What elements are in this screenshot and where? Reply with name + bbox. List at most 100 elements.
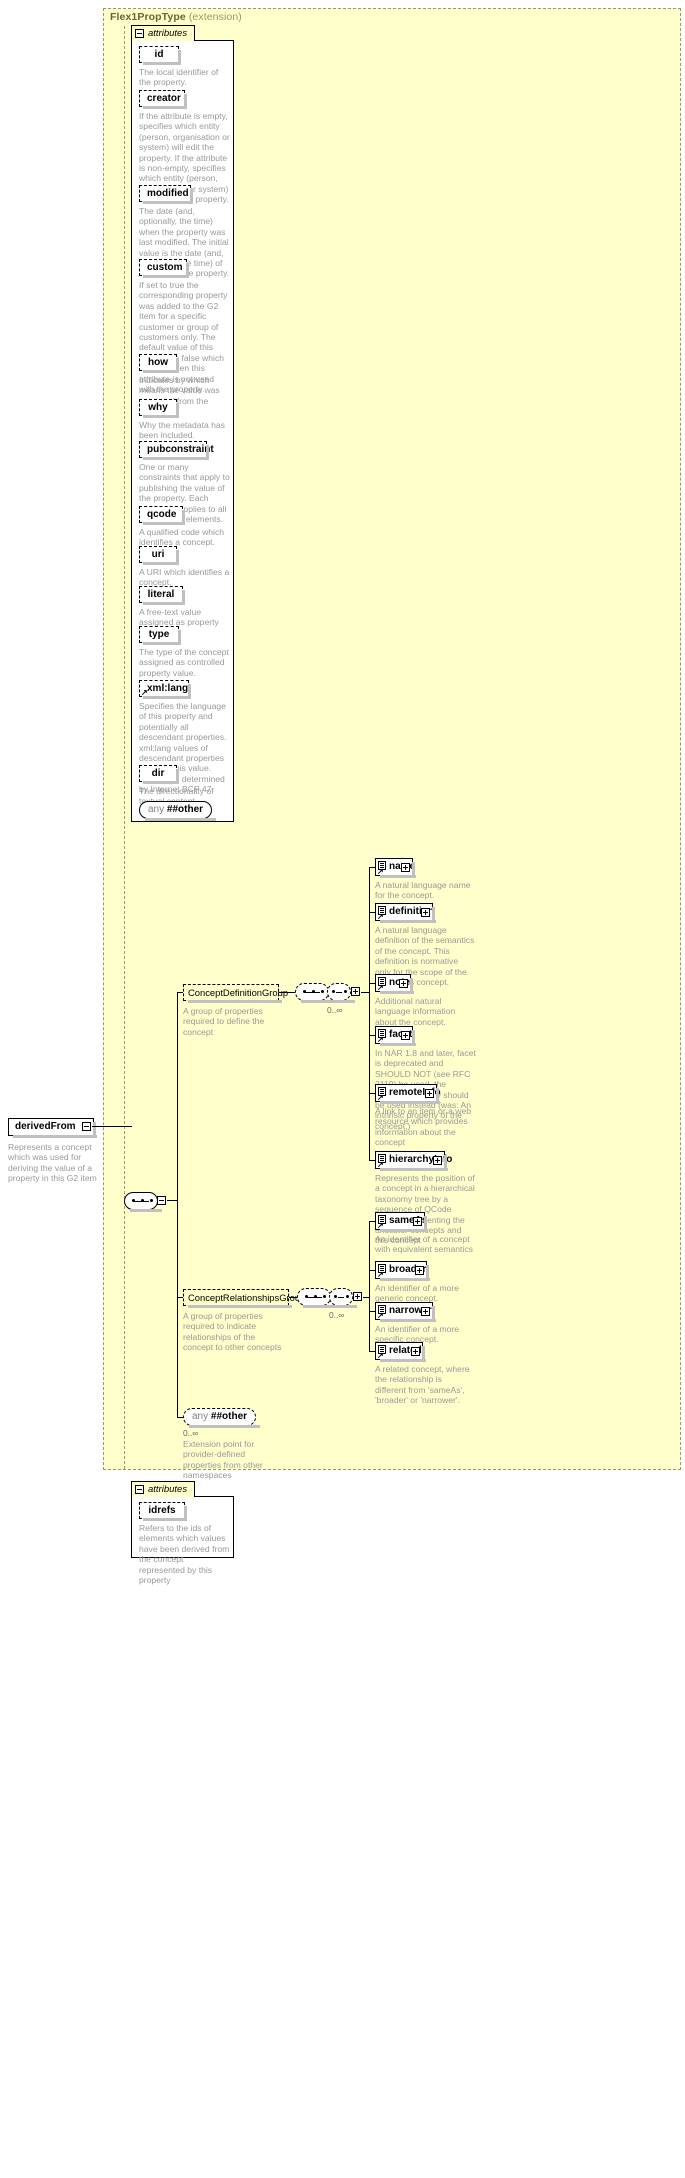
attribute-custom[interactable]: custom <box>139 259 189 278</box>
attribute-how-label: how <box>148 357 168 368</box>
arrow-icon: ↗ <box>377 1093 384 1102</box>
sequence-dot-3 <box>321 990 324 993</box>
attributes-any-other[interactable]: any ##other <box>139 801 217 821</box>
attribute-creator[interactable]: creator <box>139 90 187 109</box>
sequence-dot-2 <box>141 1199 144 1202</box>
sequence-dot-1 <box>303 990 306 993</box>
arrow-icon: ↗ <box>377 1035 384 1044</box>
element-definition-expand-icon[interactable] <box>421 908 430 917</box>
group-ConceptDefinitionGroup[interactable]: ConceptDefinitionGroup <box>183 984 288 1003</box>
connector-cdg-to-seq <box>279 992 295 993</box>
element-related-expand-icon[interactable] <box>411 1347 420 1356</box>
attributes-section-toggle[interactable]: attributes <box>131 25 195 41</box>
connector-spine-main <box>177 992 178 1417</box>
attribute-type[interactable]: type <box>139 626 181 645</box>
element-sameAs-expand-icon[interactable] <box>413 1217 422 1226</box>
attribute-uri[interactable]: uri <box>139 546 179 565</box>
element-hierarchyInfo-expand-icon[interactable] <box>433 1156 442 1165</box>
sequence-dot-1 <box>305 1295 308 1298</box>
element-name-expand-icon[interactable] <box>401 863 410 872</box>
element-facet-expand-icon[interactable] <box>401 1031 410 1040</box>
derivedFrom-collapse-icon[interactable] <box>82 1122 91 1131</box>
attribute-xml-lang-label: xml:lang <box>147 683 189 694</box>
attribute-qcode-doc: A qualified code which identifies a conc… <box>139 527 225 548</box>
attribute-custom-label: custom <box>147 262 183 273</box>
arrow-icon: ↗ <box>377 1160 384 1169</box>
group-ConceptRelationshipsGroup-doc: A group of properties required to indica… <box>183 1311 282 1353</box>
attribute-modified[interactable]: modified <box>139 185 193 204</box>
attribute-qcode-label: qcode <box>147 509 177 520</box>
cdg-expand-icon[interactable] <box>351 987 360 996</box>
element-narrower-expand-icon[interactable] <box>421 1307 430 1316</box>
content-any-cardinality: 0..∞ <box>183 1428 199 1438</box>
choice-dot-1 <box>334 1295 337 1298</box>
attribute-uri-doc: A URI which identifies a concept. <box>139 567 230 588</box>
attribute-how[interactable]: how <box>139 354 179 373</box>
sequence-root-collapse-icon[interactable] <box>157 1196 166 1205</box>
attribute-why-doc: Why the metadata has been included. <box>139 420 225 441</box>
sequence-compositor-cdg[interactable] <box>295 983 333 1003</box>
choice-bar-icon <box>338 1297 344 1298</box>
element-related-doc: A related concept, where the relationshi… <box>375 1364 470 1406</box>
connector-crg-children-spine <box>369 1221 370 1351</box>
sequence-compositor-root[interactable] <box>124 1192 162 1212</box>
content-any-doc: Extension point for provider-defined pro… <box>183 1439 263 1481</box>
element-note-expand-icon[interactable] <box>399 979 408 988</box>
attribute-xml-lang[interactable]: xml:lang ↗ <box>139 680 191 699</box>
attribute-why[interactable]: why <box>139 399 179 418</box>
arrow-icon: ↗ <box>377 1351 384 1360</box>
connector-seq-out <box>167 1200 177 1201</box>
any-namespace-label: ##other <box>166 804 204 815</box>
attribute-why-label: why <box>148 402 168 413</box>
collapse-icon[interactable] <box>135 1485 144 1494</box>
group-ConceptRelationshipsGroup[interactable]: ConceptRelationshipsGroup <box>183 1289 305 1308</box>
attribute-literal[interactable]: literal <box>139 586 185 605</box>
attribute-qcode[interactable]: qcode <box>139 506 185 525</box>
connector-cdg-children-out <box>361 992 369 993</box>
choice-compositor-crg[interactable] <box>329 1288 357 1308</box>
bottom-attributes-section-toggle[interactable]: attributes <box>131 1481 195 1497</box>
attribute-id-label: id <box>154 49 164 60</box>
element-remoteInfo-expand-icon[interactable] <box>425 1089 434 1098</box>
attribute-pubconstraint[interactable]: pubconstraint <box>139 441 214 460</box>
choice-dot-1 <box>332 990 335 993</box>
attributes-section-label: attributes <box>148 28 188 39</box>
extension-inner-guide <box>124 26 125 1469</box>
element-broader-expand-icon[interactable] <box>415 1266 424 1275</box>
extension-type-name: Flex1PropType <box>110 11 186 23</box>
connector-cdg-children-spine <box>369 867 370 1160</box>
sequence-dot-2 <box>314 1295 317 1298</box>
choice-dot-2 <box>344 990 347 993</box>
attribute-id-doc: The local identifier of the property. <box>139 67 219 88</box>
attribute-type-doc: The type of the concept assigned as cont… <box>139 647 229 678</box>
arrow-icon: ↗ <box>141 688 148 697</box>
choice-dot-2 <box>346 1295 349 1298</box>
attribute-uri-label: uri <box>151 549 165 560</box>
group-ConceptDefinitionGroup-label: ConceptDefinitionGroup <box>188 987 289 998</box>
crg-cardinality: 0..∞ <box>329 1310 345 1320</box>
attribute-modified-label: modified <box>147 188 189 199</box>
attribute-id[interactable]: id <box>139 46 181 65</box>
any-namespace-label: ##other <box>210 1411 248 1422</box>
cdg-cardinality: 0..∞ <box>327 1005 343 1015</box>
attribute-idrefs-label: idrefs <box>148 1505 176 1516</box>
attribute-dir-label: dir <box>151 768 165 779</box>
xsd-diagram-canvas: Flex1PropType (extension) attributes id … <box>0 0 685 2178</box>
sequence-dot-3 <box>323 1295 326 1298</box>
element-sameAs-doc: An identifier of a concept with equivale… <box>375 1234 473 1255</box>
sequence-dot-2 <box>312 990 315 993</box>
collapse-icon[interactable] <box>135 29 144 38</box>
sequence-dot-1 <box>132 1199 135 1202</box>
attribute-idrefs[interactable]: idrefs <box>139 1502 187 1521</box>
connector-crg-to-seq <box>289 1297 297 1298</box>
content-any-other[interactable]: any ##other <box>183 1408 261 1428</box>
connector-root-to-extension <box>92 1126 132 1127</box>
choice-compositor-cdg[interactable] <box>327 983 355 1003</box>
attribute-dir[interactable]: dir <box>139 765 179 784</box>
sequence-compositor-crg[interactable] <box>297 1288 335 1308</box>
arrow-icon: ↗ <box>377 867 384 876</box>
group-ConceptDefinitionGroup-doc: A group of properties required to define… <box>183 1006 265 1037</box>
group-ConceptRelationshipsGroup-label: ConceptRelationshipsGroup <box>188 1292 306 1303</box>
any-prefix-label: any <box>148 804 165 815</box>
crg-expand-icon[interactable] <box>353 1292 362 1301</box>
